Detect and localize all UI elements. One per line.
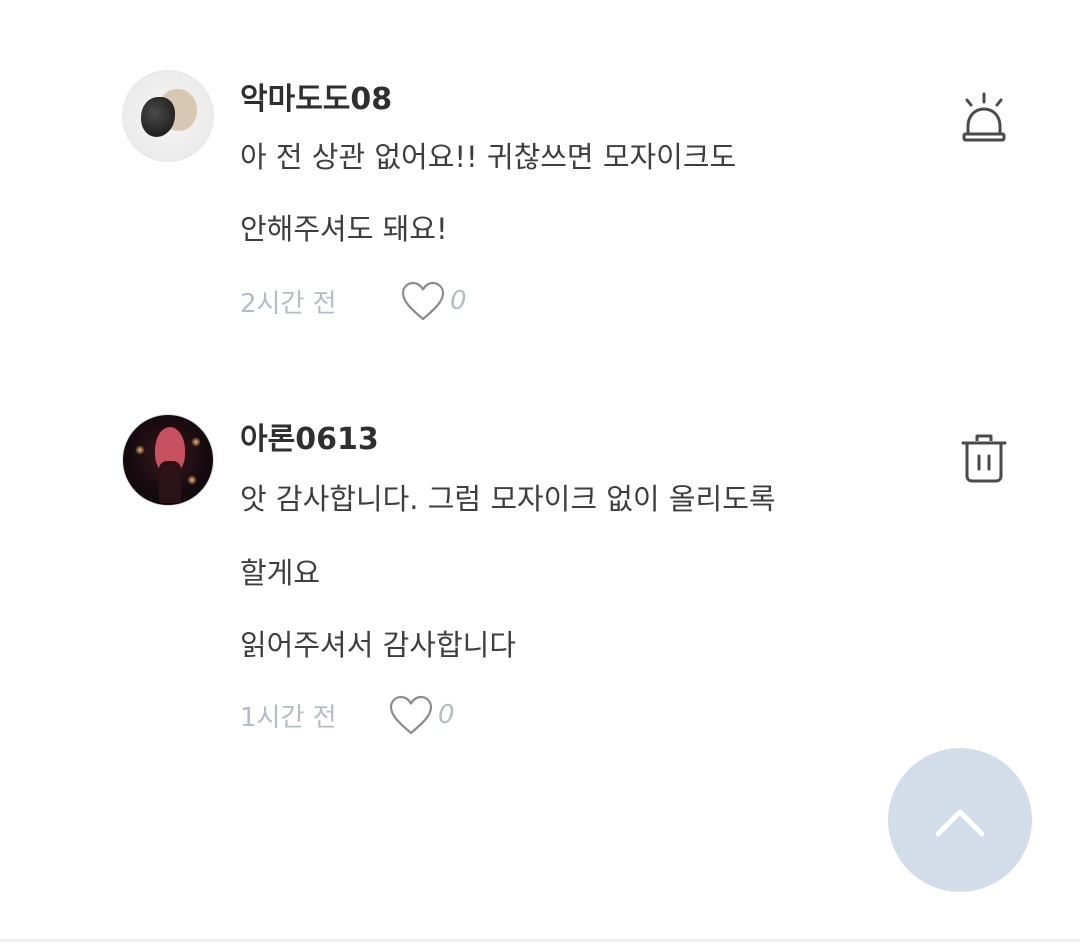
comment-author[interactable]: 아론0613	[240, 414, 379, 458]
report-button[interactable]	[960, 92, 1008, 144]
avatar[interactable]	[122, 414, 214, 506]
comment-text-line: 앗 감사합니다. 그럼 모자이크 없이 올리도록	[240, 482, 776, 516]
comment-time: 1시간 전	[240, 702, 337, 733]
comment-meta: 2시간 전 0	[240, 281, 467, 321]
avatar[interactable]	[122, 70, 214, 162]
comment-text-line: 아 전 상관 없어요!! 귀찮쓰면 모자이크도	[240, 140, 737, 174]
like-button[interactable]: 0	[400, 280, 467, 322]
scroll-to-top-button[interactable]	[888, 748, 1032, 892]
heart-icon	[400, 280, 446, 322]
like-button[interactable]: 0	[388, 694, 455, 736]
heart-icon	[388, 694, 434, 736]
bottom-divider	[0, 939, 1080, 942]
like-count: 0	[438, 700, 455, 730]
trash-icon	[960, 432, 1008, 484]
delete-button[interactable]	[960, 432, 1008, 484]
avatar-image-part	[135, 445, 145, 455]
avatar-image-part	[191, 437, 201, 447]
like-count: 0	[450, 286, 467, 316]
comment-meta: 1시간 전 0	[240, 695, 455, 735]
avatar-image-part	[187, 475, 197, 485]
siren-icon	[960, 92, 1008, 144]
avatar-image-part	[141, 97, 175, 137]
avatar-image-part	[159, 461, 181, 503]
comment-author[interactable]: 악마도도08	[240, 74, 392, 118]
comment-text-line: 할게요	[240, 556, 321, 590]
comment-text-line: 읽어주셔서 감사합니다	[240, 628, 517, 662]
comment-time: 2시간 전	[240, 288, 337, 319]
comment-text-line: 안해주셔도 돼요!	[240, 212, 448, 246]
